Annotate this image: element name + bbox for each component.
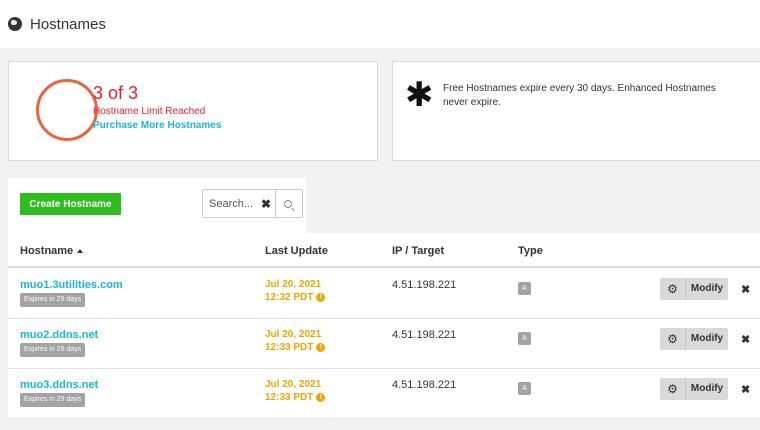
toolbar-background xyxy=(306,178,760,233)
limit-count: 3 of 3 xyxy=(93,83,139,103)
hostnames-table-panel: Create Hostname ✖ Hostname Last Update I… xyxy=(8,178,760,419)
hostname-link[interactable]: muo3.ddns.net xyxy=(20,379,98,391)
hostname-limit-card: 3 of 3 Hostname Limit Reached Purchase M… xyxy=(8,61,378,161)
modify-button[interactable]: ⚙ Modify xyxy=(660,328,728,350)
delete-icon[interactable]: ✖ xyxy=(741,333,750,346)
type-badge: A xyxy=(518,282,531,295)
column-header-last-update: Last Update xyxy=(265,245,328,257)
gear-icon: ⚙ xyxy=(660,328,686,350)
purchase-more-link[interactable]: Purchase More Hostnames xyxy=(93,120,221,131)
table-toolbar: Create Hostname ✖ xyxy=(8,178,306,233)
last-update-date: Jul 20, 2021 xyxy=(265,329,322,340)
modify-button[interactable]: ⚙ Modify xyxy=(660,378,728,400)
column-header-ip-target: IP / Target xyxy=(392,245,445,257)
expiry-info-text: Free Hostnames expire every 30 days. Enh… xyxy=(443,83,716,108)
gear-icon: ⚙ xyxy=(660,278,686,300)
last-update-time: 12:33 PDT! xyxy=(265,392,326,403)
warning-icon: ! xyxy=(316,393,326,402)
modify-label: Modify xyxy=(690,283,724,294)
last-update-time: 12:32 PDT! xyxy=(265,292,326,303)
table-row: muo3.ddns.net Expires in 29 days Jul 20,… xyxy=(8,369,760,419)
sort-ascending-icon xyxy=(77,249,84,254)
delete-icon[interactable]: ✖ xyxy=(741,283,750,296)
table-row: muo1.3utilities.com Expires in 29 days J… xyxy=(8,269,760,319)
type-badge: A xyxy=(518,382,531,395)
expires-badge: Expires in 29 days xyxy=(20,343,86,357)
search-input[interactable] xyxy=(203,197,257,210)
column-header-hostname[interactable]: Hostname xyxy=(20,245,84,257)
modify-label: Modify xyxy=(690,333,724,344)
last-update-time-text: 12:33 PDT xyxy=(265,342,314,353)
warning-icon: ! xyxy=(316,343,326,352)
page-title: Hostnames xyxy=(30,15,106,33)
expiry-info-card: ✱ Free Hostnames expire every 30 days. E… xyxy=(392,61,760,161)
hostname-link[interactable]: muo1.3utilities.com xyxy=(20,279,123,291)
expires-badge: Expires in 29 days xyxy=(20,293,86,307)
last-update-date: Jul 20, 2021 xyxy=(265,279,322,290)
table-row: muo2.ddns.net Expires in 29 days Jul 20,… xyxy=(8,319,760,369)
search-box: ✖ xyxy=(202,189,303,218)
ip-target: 4.51.198.221 xyxy=(392,279,457,291)
globe-icon xyxy=(8,17,22,31)
search-icon xyxy=(283,199,292,208)
modify-button[interactable]: ⚙ Modify xyxy=(660,278,728,300)
create-hostname-button[interactable]: Create Hostname xyxy=(20,193,121,215)
asterisk-icon: ✱ xyxy=(405,75,434,115)
last-update-time: 12:33 PDT! xyxy=(265,342,326,353)
last-update-date: Jul 20, 2021 xyxy=(265,379,322,390)
column-header-hostname-label: Hostname xyxy=(20,245,74,257)
table-header: Hostname Last Update IP / Target Type xyxy=(8,233,760,268)
ip-target: 4.51.198.221 xyxy=(392,379,457,391)
hostname-link[interactable]: muo2.ddns.net xyxy=(20,329,98,341)
limit-status-text: Hostname Limit Reached xyxy=(93,106,206,117)
gear-icon: ⚙ xyxy=(660,378,686,400)
expires-badge: Expires in 29 days xyxy=(20,393,86,407)
limit-ring-icon xyxy=(36,79,98,141)
column-header-type: Type xyxy=(518,245,543,257)
last-update-time-text: 12:32 PDT xyxy=(265,292,314,303)
delete-icon[interactable]: ✖ xyxy=(741,383,750,396)
last-update-time-text: 12:33 PDT xyxy=(265,392,314,403)
warning-icon: ! xyxy=(316,293,326,302)
search-button[interactable] xyxy=(275,190,299,217)
modify-label: Modify xyxy=(690,383,724,394)
type-badge: A xyxy=(518,332,531,345)
clear-search-icon[interactable]: ✖ xyxy=(257,197,275,211)
ip-target: 4.51.198.221 xyxy=(392,329,457,341)
page-header: Hostnames xyxy=(0,0,760,48)
